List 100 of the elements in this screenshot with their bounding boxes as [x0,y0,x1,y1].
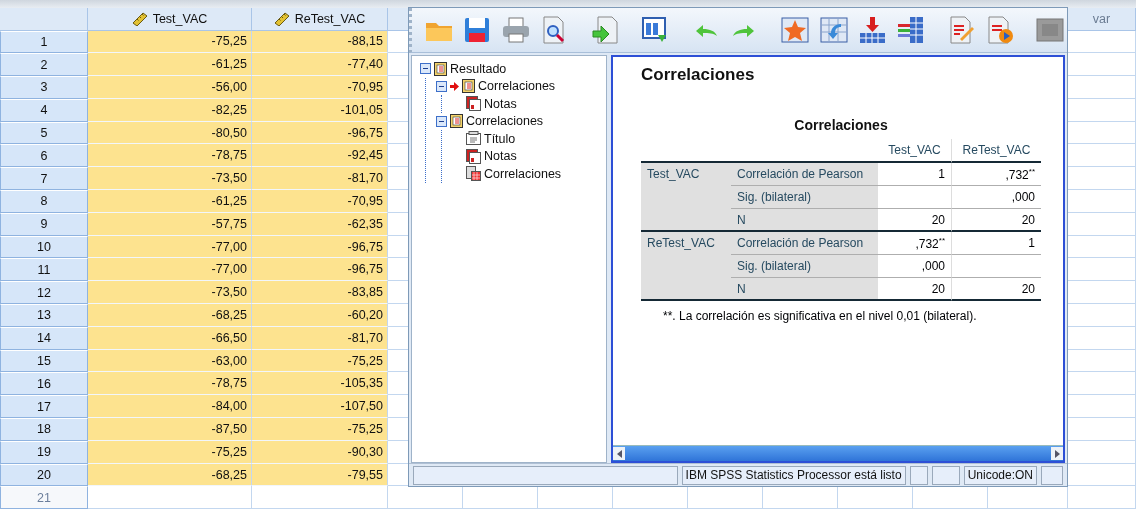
grid-cell[interactable] [1068,76,1136,99]
row-number[interactable]: 8 [0,190,88,213]
outline-item[interactable]: Título [484,131,516,146]
row-number[interactable]: 18 [0,418,88,441]
grid-cell[interactable] [1068,349,1136,373]
data-cell[interactable]: -101,05 [252,98,388,122]
grid-cell[interactable] [1068,372,1136,396]
data-cell[interactable]: -70,95 [252,76,388,99]
grid-cell[interactable] [1068,326,1136,350]
grid-cell[interactable] [1068,486,1136,509]
row-number[interactable]: 14 [0,326,88,350]
data-cell[interactable]: -78,75 [88,144,252,168]
outline-item[interactable]: Resultado [450,61,507,76]
data-cell[interactable]: -90,30 [252,440,388,464]
data-cell[interactable]: -60,20 [252,304,388,327]
column-header[interactable]: var [1068,8,1136,31]
grid-cell[interactable] [1068,167,1136,191]
data-cell[interactable]: -87,50 [88,418,252,441]
outline-item[interactable]: Correlaciones [484,166,562,181]
row-number[interactable]: 11 [0,258,88,282]
grid-cell[interactable] [1068,418,1136,441]
row-number[interactable]: 2 [0,53,88,77]
data-cell[interactable]: -80,50 [88,121,252,145]
grid-cell[interactable] [613,486,688,509]
corner-cell[interactable] [0,8,88,31]
row-number[interactable]: 15 [0,349,88,373]
data-cell[interactable]: -84,00 [88,395,252,419]
grid-cell[interactable] [988,486,1068,509]
grid-cell[interactable] [1068,121,1136,145]
outline-item[interactable]: Notas [484,96,517,111]
outline-item[interactable]: Correlaciones [478,79,556,94]
data-cell[interactable]: -83,85 [252,281,388,305]
data-cell[interactable]: -73,50 [88,167,252,191]
row-number[interactable]: 10 [0,235,88,259]
data-cell[interactable]: -63,00 [88,349,252,373]
data-cell[interactable]: -62,35 [252,212,388,236]
collapse-icon[interactable] [420,63,431,75]
data-cell[interactable]: -68,25 [88,304,252,327]
data-cell[interactable]: -70,95 [252,190,388,213]
data-cell[interactable]: -82,25 [88,98,252,122]
grid-cell[interactable] [1068,281,1136,305]
data-cell[interactable]: -107,50 [252,395,388,419]
grid-cell[interactable] [1068,304,1136,327]
grid-cell[interactable] [838,486,913,509]
grid-cell[interactable] [538,486,613,509]
data-cell[interactable]: -73,50 [88,281,252,305]
data-cell[interactable]: -68,25 [88,463,252,487]
data-cell[interactable]: -56,00 [88,76,252,99]
collapse-icon[interactable] [436,115,447,127]
grid-cell[interactable] [463,486,538,509]
row-number[interactable]: 4 [0,98,88,122]
row-number[interactable]: 21 [0,486,88,509]
data-cell[interactable]: -81,70 [252,326,388,350]
grid-cell[interactable] [1068,440,1136,464]
data-cell[interactable]: -75,25 [88,30,252,54]
row-number[interactable]: 16 [0,372,88,396]
data-cell[interactable]: -75,25 [252,349,388,373]
data-cell[interactable]: -81,70 [252,167,388,191]
grid-cell[interactable] [252,486,388,509]
data-cell[interactable]: -92,45 [252,144,388,168]
data-cell[interactable]: -75,25 [252,418,388,441]
grid-cell[interactable] [1068,258,1136,282]
data-cell[interactable]: -66,50 [88,326,252,350]
grid-cell[interactable] [1068,395,1136,419]
grid-cell[interactable] [1068,98,1136,122]
grid-cell[interactable] [1068,212,1136,236]
data-cell[interactable]: -96,75 [252,258,388,282]
column-header[interactable]: ReTest_VAC [252,8,388,31]
data-cell[interactable]: -96,75 [252,235,388,259]
scroll-left-button[interactable] [613,447,625,460]
data-cell[interactable]: -75,25 [88,440,252,464]
horizontal-scrollbar[interactable] [613,445,1063,461]
row-number[interactable]: 12 [0,281,88,305]
scroll-right-button[interactable] [1051,447,1063,460]
data-cell[interactable]: -79,55 [252,463,388,487]
grid-cell[interactable] [388,486,463,509]
grid-cell[interactable] [1068,463,1136,487]
grid-cell[interactable] [1068,144,1136,168]
data-cell[interactable]: -105,35 [252,372,388,396]
data-cell[interactable]: -77,00 [88,258,252,282]
data-cell[interactable]: -96,75 [252,121,388,145]
column-header[interactable]: Test_VAC [88,8,252,31]
row-number[interactable]: 13 [0,304,88,327]
row-number[interactable]: 20 [0,463,88,487]
grid-cell[interactable] [763,486,838,509]
grid-cell[interactable] [688,486,763,509]
grid-cell[interactable] [1068,53,1136,77]
data-cell[interactable]: -77,00 [88,235,252,259]
data-cell[interactable]: -88,15 [252,30,388,54]
row-number[interactable]: 5 [0,121,88,145]
row-number[interactable]: 19 [0,440,88,464]
row-number[interactable]: 7 [0,167,88,191]
row-number[interactable]: 17 [0,395,88,419]
row-number[interactable]: 9 [0,212,88,236]
data-cell[interactable]: -61,25 [88,190,252,213]
collapse-icon[interactable] [436,80,447,92]
row-number[interactable]: 6 [0,144,88,168]
data-cell[interactable]: -77,40 [252,53,388,77]
grid-cell[interactable] [1068,190,1136,213]
data-cell[interactable]: -61,25 [88,53,252,77]
